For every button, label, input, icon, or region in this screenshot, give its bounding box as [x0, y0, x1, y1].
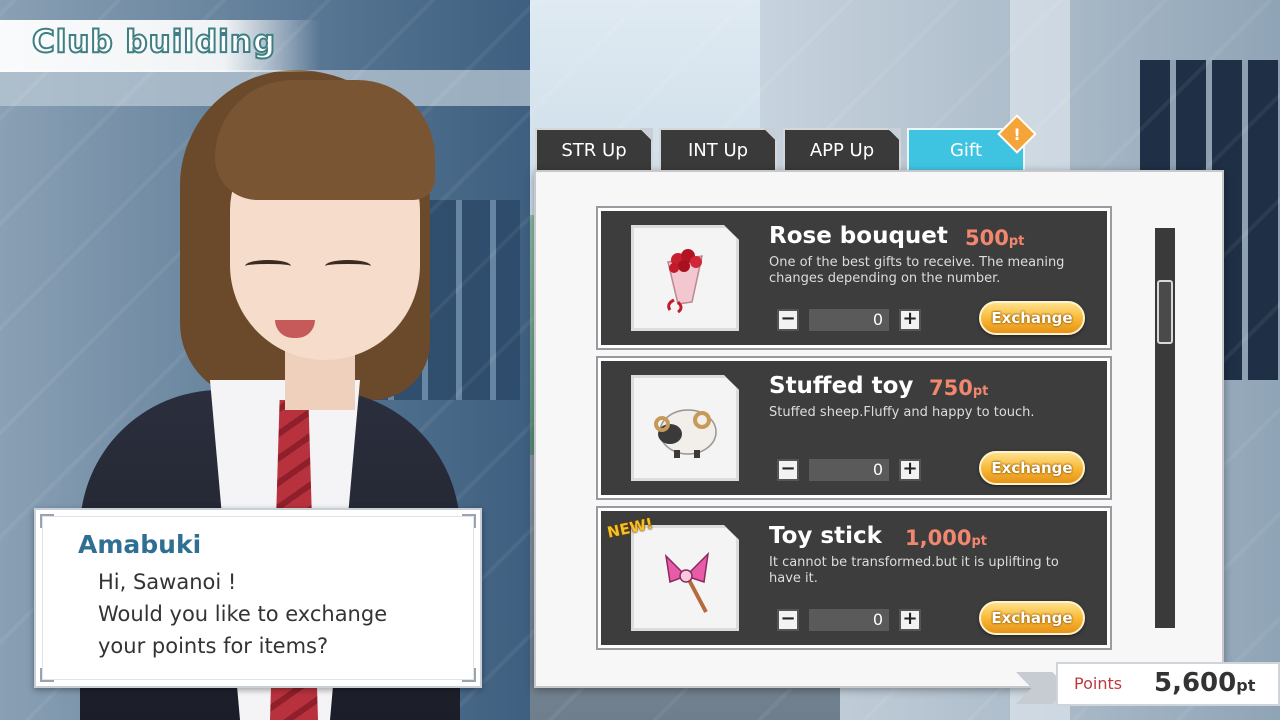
- speaker-name: Amabuki: [78, 530, 202, 559]
- exchange-button[interactable]: Exchange: [979, 301, 1085, 335]
- scrollbar-thumb[interactable]: [1157, 280, 1173, 344]
- character-eye-left: [245, 260, 291, 272]
- points-label: Points: [1074, 674, 1123, 693]
- exchange-button[interactable]: Exchange: [979, 451, 1085, 485]
- item-price: 500pt: [965, 226, 1024, 250]
- item-price-unit: pt: [1008, 234, 1025, 249]
- quantity-plus-button[interactable]: +: [899, 609, 921, 631]
- shop-item-stuffed-toy: Stuffed toy 750pt Stuffed sheep.Fluffy a…: [596, 356, 1112, 500]
- dialogue-box[interactable]: Amabuki Hi, Sawanoi ! Would you like to …: [34, 508, 482, 688]
- quantity-minus-button[interactable]: −: [777, 309, 799, 331]
- dialogue-line: Hi, Sawanoi !: [98, 570, 237, 594]
- character-bangs: [215, 80, 435, 200]
- item-name: Rose bouquet: [769, 223, 948, 249]
- points-number: 5,600: [1154, 668, 1237, 698]
- item-price: 750pt: [929, 376, 988, 400]
- tab-int-up[interactable]: INT Up: [659, 128, 777, 170]
- quantity-minus-button[interactable]: −: [777, 459, 799, 481]
- corner-ornament: [40, 514, 54, 528]
- corner-ornament: [40, 668, 54, 682]
- quantity-plus-button[interactable]: +: [899, 459, 921, 481]
- item-description: One of the best gifts to receive. The me…: [769, 255, 1065, 286]
- item-price-value: 500: [965, 226, 1009, 250]
- item-price-value: 750: [929, 376, 973, 400]
- location-title: Club building: [31, 23, 277, 61]
- tab-app-up[interactable]: APP Up: [783, 128, 901, 170]
- shop-item-rose-bouquet: Rose bouquet 500pt One of the best gifts…: [596, 206, 1112, 350]
- item-name: Stuffed toy: [769, 373, 914, 399]
- corner-ornament: [462, 514, 476, 528]
- item-price-unit: pt: [972, 384, 989, 399]
- exchange-button[interactable]: Exchange: [979, 601, 1085, 635]
- item-price-value: 1,000: [905, 526, 972, 550]
- corner-ornament: [462, 668, 476, 682]
- quantity-minus-button[interactable]: −: [777, 609, 799, 631]
- alert-mark: !: [1013, 124, 1021, 144]
- points-value: 5,600pt: [1154, 668, 1255, 698]
- item-thumbnail: [631, 225, 739, 331]
- quantity-field[interactable]: 0: [809, 609, 889, 631]
- quantity-field[interactable]: 0: [809, 459, 889, 481]
- item-description: Stuffed sheep.Fluffy and happy to touch.: [769, 405, 1035, 420]
- item-thumbnail: [631, 375, 739, 481]
- rose-bouquet-icon: [667, 249, 703, 314]
- dialogue-line: your points for items?: [98, 634, 329, 658]
- item-thumbnail: [631, 525, 739, 631]
- points-unit: pt: [1236, 676, 1256, 695]
- quantity-field[interactable]: 0: [809, 309, 889, 331]
- item-name: Toy stick: [769, 523, 882, 549]
- tab-str-up[interactable]: STR Up: [535, 128, 653, 170]
- item-description: It cannot be transformed.but it is uplif…: [769, 555, 1059, 586]
- quantity-plus-button[interactable]: +: [899, 309, 921, 331]
- item-price-unit: pt: [971, 534, 987, 549]
- toy-stick-icon: [664, 551, 710, 613]
- character-eye-right: [325, 260, 371, 272]
- stuffed-sheep-icon: [654, 409, 717, 458]
- item-price: 1,000pt: [905, 526, 987, 550]
- dialogue-line: Would you like to exchange: [98, 602, 388, 626]
- shop-item-toy-stick: NEW! Toy stick 1,000pt It cannot be tran…: [596, 506, 1112, 650]
